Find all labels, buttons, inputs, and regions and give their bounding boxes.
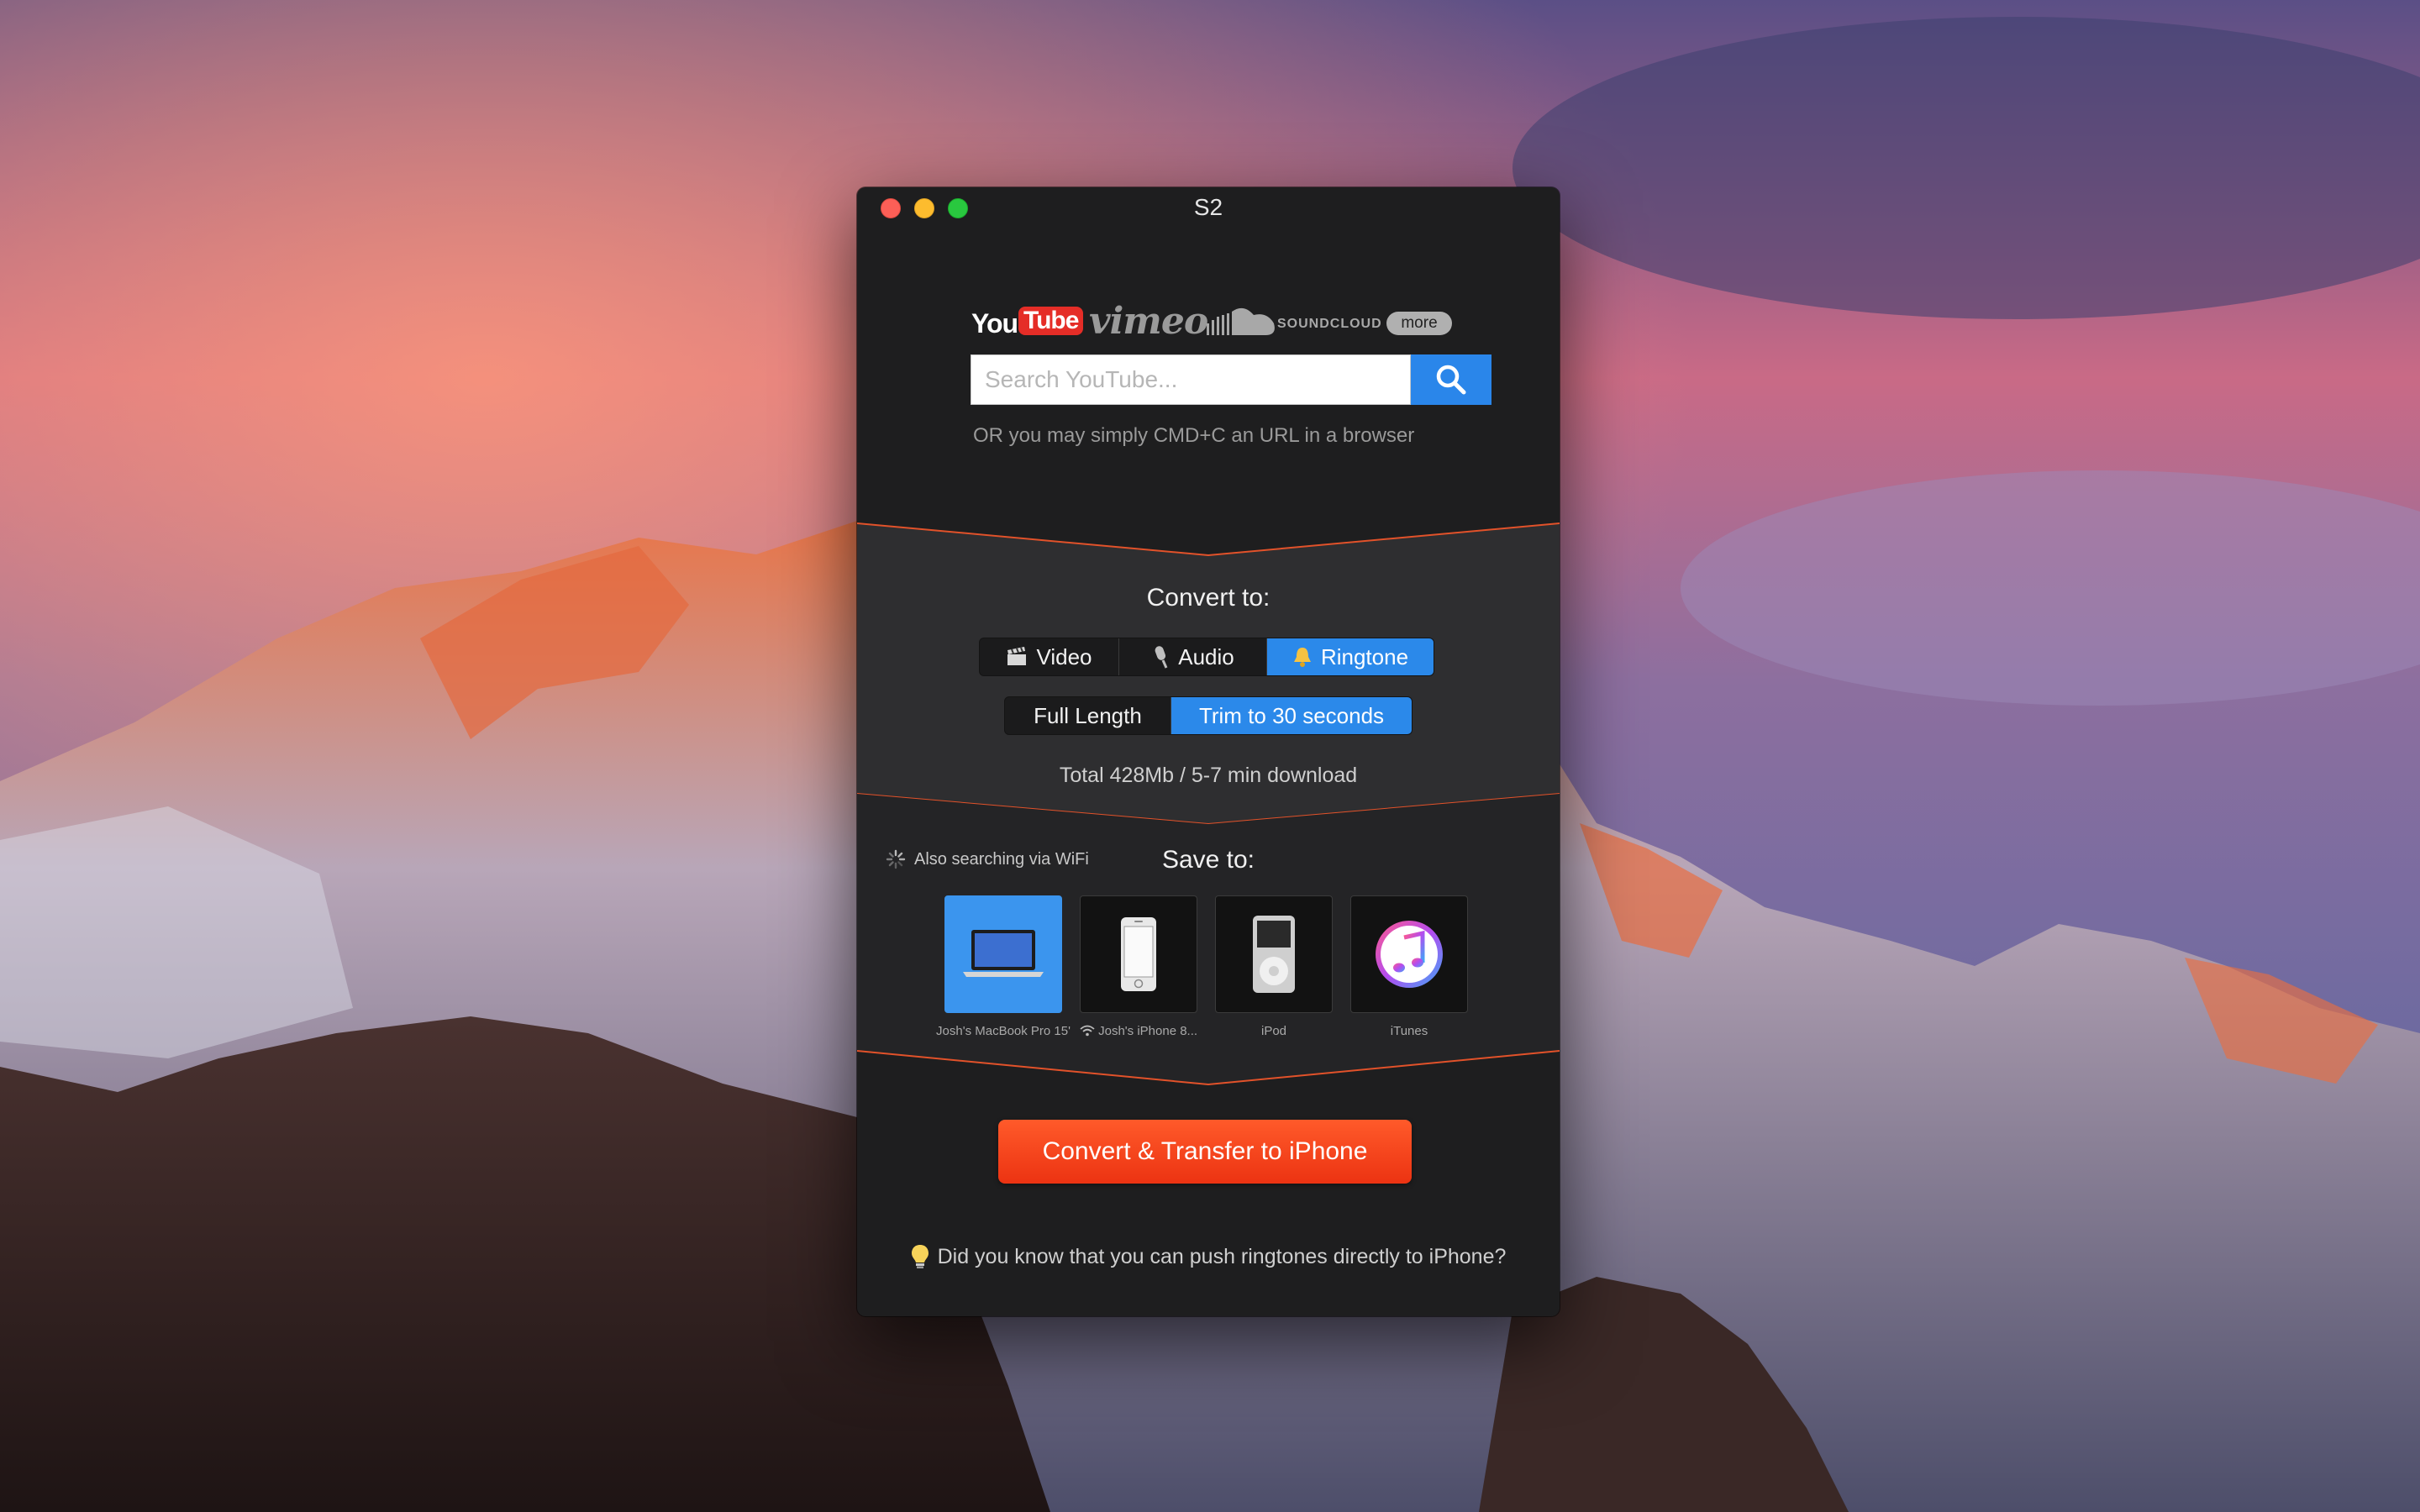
device-itunes-tile[interactable] bbox=[1350, 895, 1468, 1013]
convert-transfer-button[interactable]: Convert & Transfer to iPhone bbox=[998, 1120, 1412, 1184]
device-iphone-label-text: Josh's iPhone 8... bbox=[1098, 1024, 1198, 1038]
wifi-icon bbox=[1080, 1025, 1095, 1037]
format-video-label: Video bbox=[1036, 643, 1092, 669]
search-input[interactable] bbox=[971, 354, 1411, 405]
tip-text: Did you know that you can push ringtones… bbox=[937, 1244, 1507, 1268]
search-bar bbox=[971, 354, 1491, 405]
download-size-info: Total 428Mb / 5-7 min download bbox=[1059, 764, 1358, 787]
clipboard-hint: OR you may simply CMD+C an URL in a brow… bbox=[973, 424, 1415, 447]
format-video-tab[interactable]: Video bbox=[980, 638, 1119, 675]
soundcloud-logo-text[interactable]: SOUNDCLOUD bbox=[1277, 317, 1382, 332]
format-segmented-control: Video Audio Ringtone bbox=[979, 638, 1434, 676]
microphone-icon bbox=[1155, 646, 1168, 669]
iphone-icon bbox=[1121, 917, 1156, 991]
itunes-icon bbox=[1376, 921, 1443, 988]
soundcloud-cloud-icon[interactable] bbox=[1207, 305, 1277, 339]
format-ringtone-tab[interactable]: Ringtone bbox=[1267, 638, 1434, 675]
window-title: S2 bbox=[1193, 194, 1223, 220]
laptop-icon bbox=[963, 930, 1044, 977]
format-ringtone-label: Ringtone bbox=[1320, 643, 1409, 669]
bell-icon bbox=[1293, 648, 1311, 667]
search-button[interactable] bbox=[1411, 354, 1491, 405]
length-segmented-control: Full Length Trim to 30 seconds bbox=[1004, 696, 1413, 735]
vimeo-logo[interactable]: vimeo bbox=[1089, 300, 1208, 343]
title-bar: S2 bbox=[857, 187, 1560, 229]
youtube-logo-you[interactable]: You bbox=[971, 308, 1018, 339]
format-audio-tab[interactable]: Audio bbox=[1119, 638, 1267, 675]
search-icon bbox=[1436, 365, 1466, 395]
youtube-logo-tube[interactable]: Tube bbox=[1018, 307, 1084, 335]
app-window: S2 You Tube vimeo SOUNDCLOUD more OR you… bbox=[857, 187, 1560, 1316]
more-services-button[interactable]: more bbox=[1386, 312, 1452, 335]
device-iphone-tile[interactable] bbox=[1080, 895, 1197, 1013]
device-ipod-tile[interactable] bbox=[1215, 895, 1333, 1013]
device-ipod-label: iPod bbox=[1260, 1024, 1287, 1038]
device-iphone-label: Josh's iPhone 8... bbox=[1063, 1024, 1214, 1038]
clapperboard-icon bbox=[1007, 647, 1027, 665]
device-macbook-tile[interactable] bbox=[944, 895, 1062, 1013]
trim-30-seconds-tab[interactable]: Trim to 30 seconds bbox=[1171, 697, 1412, 734]
format-audio-label: Audio bbox=[1178, 643, 1234, 669]
convert-title: Convert to: bbox=[1146, 584, 1270, 612]
lightbulb-icon bbox=[911, 1245, 929, 1268]
tip-row: Did you know that you can push ringtones… bbox=[857, 1244, 1560, 1269]
device-itunes-label: iTunes bbox=[1390, 1024, 1428, 1038]
device-macbook-label: Josh's MacBook Pro 15' bbox=[936, 1024, 1071, 1038]
full-length-tab[interactable]: Full Length bbox=[1005, 697, 1171, 734]
save-title: Save to: bbox=[1161, 846, 1255, 874]
ipod-icon bbox=[1253, 916, 1295, 993]
